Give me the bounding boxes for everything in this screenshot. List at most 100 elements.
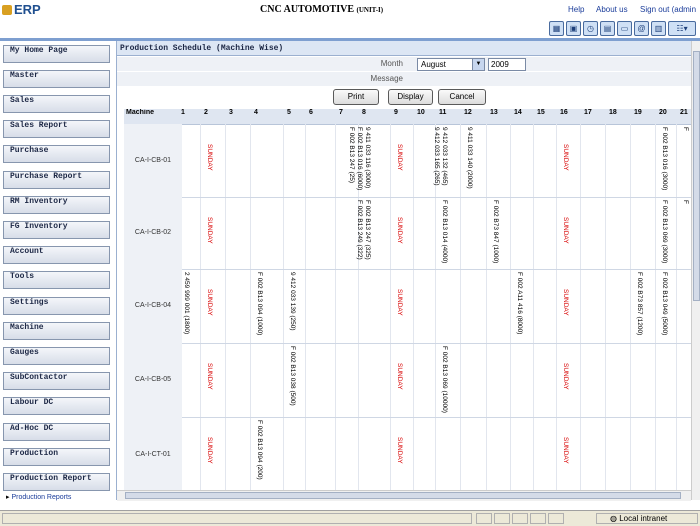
day-header: 3 <box>229 109 233 116</box>
cancel-button[interactable]: Cancel <box>438 89 486 105</box>
sidebar-subitem-production-reports[interactable]: ▸ Production Reports <box>6 493 71 501</box>
schedule-entry[interactable]: F 002 B13 247 (325) <box>363 200 371 260</box>
schedule-entry[interactable]: F 002 B13 247 (25) <box>347 127 355 183</box>
about-link[interactable]: About us <box>596 5 628 14</box>
table-row: CA-I-CT-01 SUNDAY F 002 B13 094 (200) SUNDA… <box>124 417 693 493</box>
zone-text: Local intranet <box>619 514 668 523</box>
print-button[interactable]: Print <box>333 89 379 105</box>
sunday-label: SUNDAY <box>206 144 213 171</box>
schedule-entry[interactable]: F 002 A11 416 (8000) <box>515 272 523 334</box>
schedule-entry[interactable]: F 002 B13 038 (500) <box>288 346 296 406</box>
sidebar-item-purchase[interactable]: Purchase <box>3 145 110 163</box>
sidebar-item-production[interactable]: Production <box>3 448 110 466</box>
schedule-entry[interactable]: F 002 B13 069 (10000) <box>440 346 448 413</box>
calculator-icon[interactable]: ▦ <box>549 21 564 36</box>
month-label: Month <box>380 59 403 68</box>
schedule-entry[interactable]: F 002 B73 847 (1000) <box>491 200 499 263</box>
day-header: 14 <box>514 109 522 116</box>
schedule-entry[interactable]: 9 412 033 139 (250) <box>288 272 296 331</box>
sunday-label: SUNDAY <box>562 289 569 316</box>
month-row: Month <box>117 57 693 71</box>
sidebar-item-machine[interactable]: Machine <box>3 322 110 340</box>
day-header: 2 <box>204 109 208 116</box>
at-sign-icon[interactable]: @ <box>634 21 649 36</box>
display-button[interactable]: Display <box>388 89 433 105</box>
toolbar-icons: ▦ ▣ ◷ ▤ ▭ @ ▥ ☷▾ <box>547 21 696 37</box>
logo-text: ERP <box>14 2 41 17</box>
day-header: 16 <box>560 109 568 116</box>
horizontal-scroll-thumb[interactable] <box>125 492 681 499</box>
schedule-entry[interactable]: F <box>681 200 689 204</box>
page-title: Production Schedule (Machine Wise) <box>117 41 693 56</box>
sidebar-item-fg-inventory[interactable]: FG Inventory <box>3 221 110 239</box>
day-header: 20 <box>659 109 667 116</box>
status-seg-2 <box>494 513 510 524</box>
schedule-entry[interactable]: F 002 B13 094 (1000) <box>255 272 263 335</box>
schedule-entry[interactable]: 9 411 033 116 (3000) <box>363 127 371 188</box>
day-header: 15 <box>537 109 545 116</box>
schedule-entry[interactable]: F <box>681 127 689 131</box>
schedule-grid: Machine 1 2 3 4 5 6 7 8 9 10 11 12 13 14 15 16 17 18 19 20 2… <box>124 109 693 500</box>
sunday-label: SUNDAY <box>206 217 213 244</box>
sidebar-item-ad-hoc-dc[interactable]: Ad-Hoc DC <box>3 423 110 441</box>
print-icon[interactable]: ▥ <box>651 21 666 36</box>
schedule-entry[interactable]: F 002 B13 094 (200) <box>255 420 263 480</box>
clock-icon[interactable]: ◷ <box>583 21 598 36</box>
sidebar-item-tools[interactable]: Tools <box>3 271 110 289</box>
schedule-entry[interactable]: F 002 B13 014 (4000) <box>440 200 448 263</box>
schedule-entry[interactable]: F 002 B13 049 (5000) <box>660 272 668 335</box>
day-header: 12 <box>464 109 472 116</box>
schedule-entry[interactable]: F 002 B13 249 (322) <box>355 200 363 260</box>
day-header: 19 <box>634 109 642 116</box>
sidebar-item-gauges[interactable]: Gauges <box>3 347 110 365</box>
sidebar-item-labour-dc[interactable]: Labour DC <box>3 397 110 415</box>
sidebar-item-sales-report[interactable]: Sales Report <box>3 120 110 138</box>
horizontal-scrollbar[interactable] <box>117 490 691 501</box>
sidebar-item-purchase-report[interactable]: Purchase Report <box>3 171 110 189</box>
sunday-label: SUNDAY <box>206 363 213 390</box>
status-seg-5 <box>548 513 564 524</box>
schedule-entry[interactable]: F 002 B13 016 (3000) <box>660 127 668 190</box>
schedule-entry[interactable]: 9 412 033 165 (265) <box>432 127 440 186</box>
sidebar-item-my-home-page[interactable]: My Home Page <box>3 45 110 63</box>
year-input[interactable]: 2009 <box>488 58 526 71</box>
schedule-entry[interactable]: 9 412 033 132 (465) <box>440 127 448 186</box>
vertical-scrollbar[interactable] <box>691 41 700 500</box>
vertical-scroll-thumb[interactable] <box>693 51 700 301</box>
save-icon[interactable]: ▣ <box>566 21 581 36</box>
chevron-down-icon[interactable]: ▼ <box>472 59 484 70</box>
grid-header: Machine 1 2 3 4 5 6 7 8 9 10 11 12 13 14 15 16 17 18 19 20 2… <box>124 109 693 125</box>
schedule-entry[interactable]: 2 459 999 001 (1800) <box>182 272 190 334</box>
calendar-icon[interactable]: ▤ <box>600 21 615 36</box>
day-header: 8 <box>362 109 366 116</box>
sidebar-item-sales[interactable]: Sales <box>3 95 110 113</box>
schedule-entry[interactable]: F 002 B13 069 (3000) <box>660 200 668 263</box>
sidebar: My Home Page Master Sales Sales Report Purch… <box>0 41 117 501</box>
chat-icon[interactable]: ▭ <box>617 21 632 36</box>
sidebar-item-account[interactable]: Account <box>3 246 110 264</box>
sunday-label: SUNDAY <box>562 363 569 390</box>
signout-link[interactable]: Sign out (admin <box>640 5 696 14</box>
day-header: 6 <box>309 109 313 116</box>
schedule-entry[interactable]: 9 411 033 140 (2000) <box>465 127 473 189</box>
status-seg-1 <box>476 513 492 524</box>
day-header: 13 <box>490 109 498 116</box>
company-title: CNC AUTOMOTIVE <box>260 4 354 15</box>
status-seg-4 <box>530 513 546 524</box>
sidebar-item-production-report[interactable]: Production Report <box>3 473 110 491</box>
machine-name: CA-I-CB-05 <box>124 343 182 417</box>
sunday-label: SUNDAY <box>562 144 569 171</box>
schedule-entry[interactable]: F 002 B13 016 (6000) <box>355 127 363 190</box>
day-header: 17 <box>584 109 592 116</box>
sidebar-item-rm-inventory[interactable]: RM Inventory <box>3 196 110 214</box>
schedule-entry[interactable]: F 002 B73 857 (1200) <box>635 272 643 335</box>
sunday-label: SUNDAY <box>396 144 403 171</box>
month-select[interactable]: August ▼ <box>417 58 485 71</box>
sidebar-item-subcontactor[interactable]: SubContactor <box>3 372 110 390</box>
grid-view-icon[interactable]: ☷▾ <box>668 21 696 36</box>
sidebar-item-settings[interactable]: Settings <box>3 297 110 315</box>
day-header: 7 <box>339 109 343 116</box>
logo-icon <box>2 5 12 15</box>
help-link[interactable]: Help <box>568 5 584 14</box>
sidebar-item-master[interactable]: Master <box>3 70 110 88</box>
